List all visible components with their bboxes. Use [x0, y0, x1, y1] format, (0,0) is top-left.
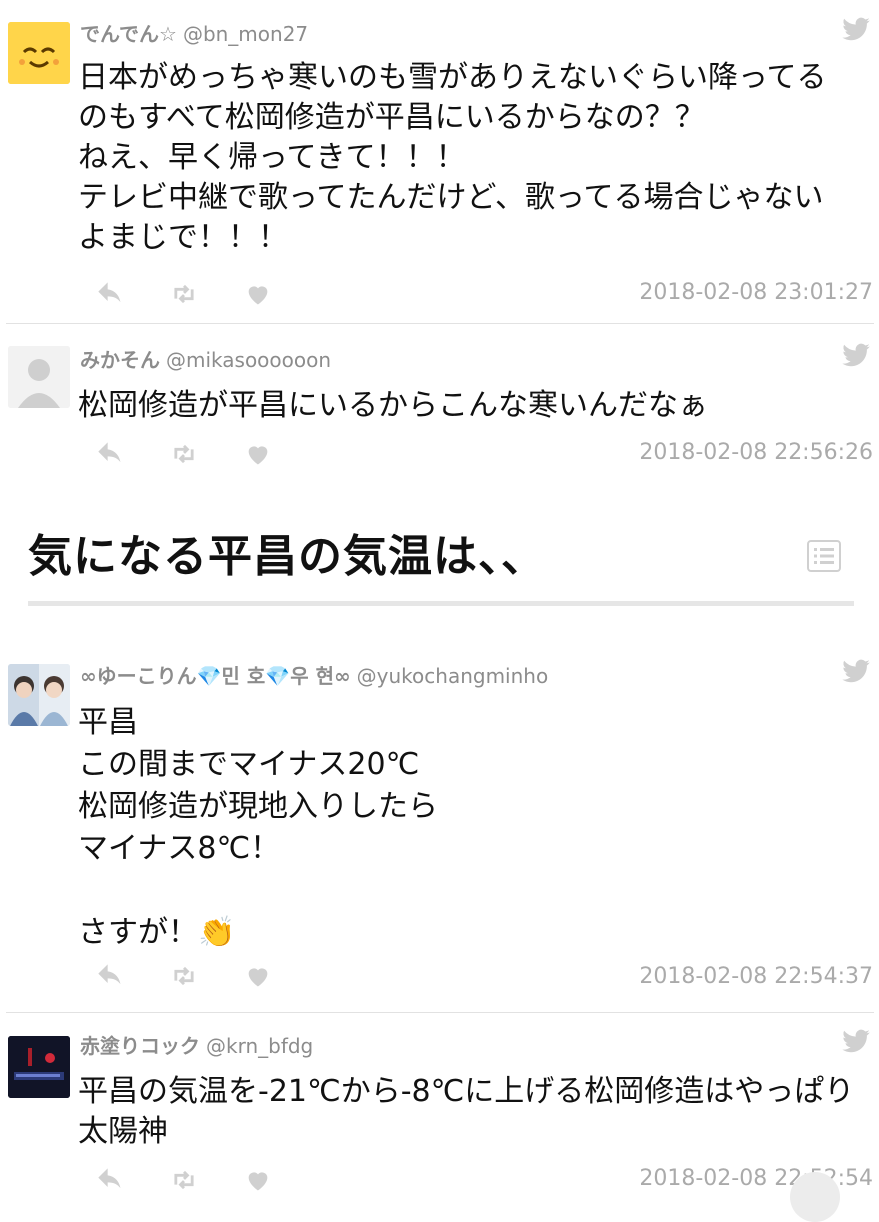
display-name[interactable]: 赤塗りコック: [80, 1034, 200, 1058]
reply-icon[interactable]: [96, 280, 124, 308]
retweet-icon[interactable]: [170, 962, 198, 990]
list-icon[interactable]: [806, 538, 842, 574]
retweet-icon[interactable]: [170, 440, 198, 468]
tweet-text: 平昌 この間までマイナス20℃ 松岡修造が現地入りしたら マイナス8℃！ さすが…: [78, 705, 438, 950]
display-name[interactable]: みかそん: [80, 348, 160, 372]
heart-icon[interactable]: [244, 1166, 272, 1194]
user-handle[interactable]: @krn_bfdg: [206, 1034, 313, 1058]
tweet-header: ∞ゆーこりん💎민 호💎우 현∞ @yukochangminho: [80, 660, 548, 689]
user-handle[interactable]: @yukochangminho: [357, 664, 549, 688]
retweet-icon[interactable]: [170, 280, 198, 308]
tweet-text: 松岡修造が平昌にいるからこんな寒いんだなぁ: [78, 388, 708, 423]
tweet-2: みかそん @mikasoooooon 松岡修造が平昌にいるからこんな寒いんだなぁ …: [0, 340, 879, 480]
scroll-indicator[interactable]: [790, 1172, 840, 1222]
tweet-3: ∞ゆーこりん💎민 호💎우 현∞ @yukochangminho 平昌 この間までマ…: [0, 656, 879, 1016]
heart-icon[interactable]: [244, 280, 272, 308]
section-heading: 気になる平昌の気温は、、: [28, 531, 546, 582]
reply-icon[interactable]: [96, 962, 124, 990]
tweet-header: でんでん☆ @bn_mon27: [80, 18, 308, 47]
reply-icon[interactable]: [96, 1166, 124, 1194]
tweet-1: でんでん☆ @bn_mon27 日本がめっちゃ寒いのも雪がありえないぐらい降ってる…: [0, 14, 879, 324]
section-rule: [28, 601, 854, 606]
tweet-divider: [6, 1012, 874, 1013]
tweet-timestamp[interactable]: 2018-02-08 23:01:27: [639, 280, 873, 305]
tweet-timestamp[interactable]: 2018-02-08 22:56:26: [639, 440, 873, 465]
avatar-smiley[interactable]: [8, 22, 70, 84]
tweet-divider: [6, 323, 874, 324]
display-name[interactable]: でんでん☆: [80, 22, 177, 46]
display-name[interactable]: ∞ゆーこりん💎민 호💎우 현∞: [80, 664, 351, 688]
reply-icon[interactable]: [96, 440, 124, 468]
tweet-text: 日本がめっちゃ寒いのも雪がありえないぐらい降ってる のもすべて松岡修造が平昌にい…: [78, 60, 827, 255]
tweet-timestamp[interactable]: 2018-02-08 22:54:37: [639, 964, 873, 989]
heart-icon[interactable]: [244, 440, 272, 468]
heart-icon[interactable]: [244, 962, 272, 990]
user-handle[interactable]: @mikasoooooon: [166, 348, 331, 372]
avatar-dark[interactable]: [8, 1036, 70, 1098]
twitter-bird-icon[interactable]: [841, 656, 871, 686]
tweet-text: 平昌の気温を-21℃から-8℃に上げる松岡修造はやっぱり 太陽神: [78, 1074, 855, 1149]
retweet-icon[interactable]: [170, 1166, 198, 1194]
twitter-bird-icon[interactable]: [841, 340, 871, 370]
twitter-bird-icon[interactable]: [841, 14, 871, 44]
user-handle[interactable]: @bn_mon27: [183, 22, 308, 46]
tweet-4: 赤塗りコック @krn_bfdg 平昌の気温を-21℃から-8℃に上げる松岡修造は…: [0, 1026, 879, 1200]
avatar-default[interactable]: [8, 346, 70, 408]
tweet-header: みかそん @mikasoooooon: [80, 344, 331, 373]
tweet-header: 赤塗りコック @krn_bfdg: [80, 1030, 313, 1059]
twitter-bird-icon[interactable]: [841, 1026, 871, 1056]
avatar-photo[interactable]: [8, 664, 70, 726]
